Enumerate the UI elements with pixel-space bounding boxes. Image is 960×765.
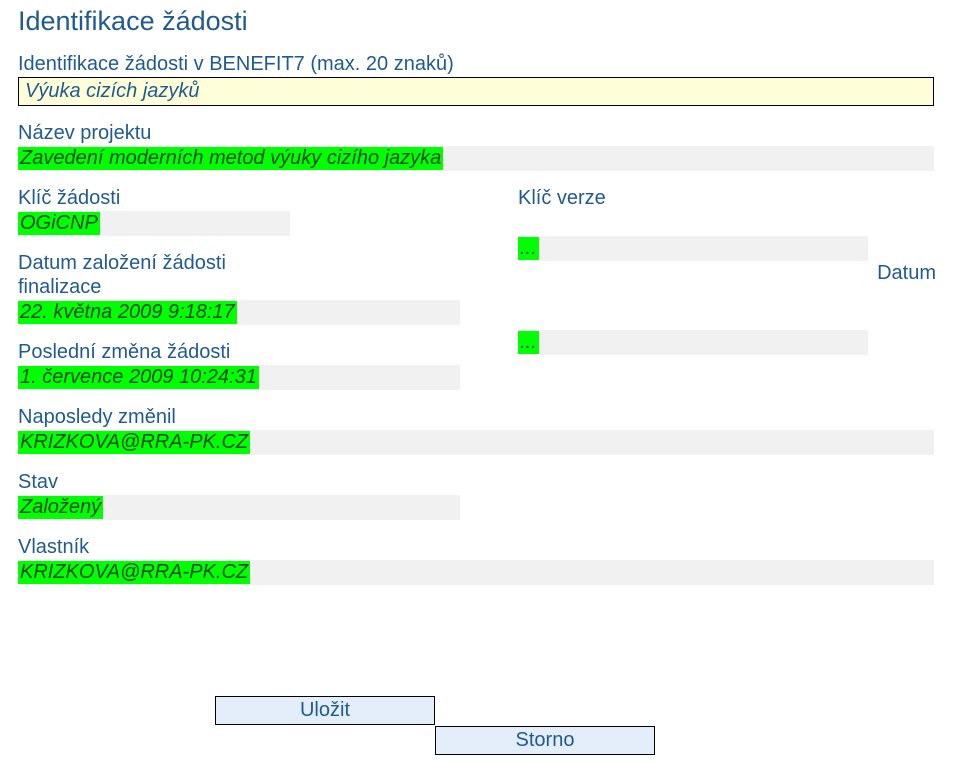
created-value: 22. května 2009 9:18:17 bbox=[18, 301, 237, 324]
status-bar: Založený bbox=[18, 495, 460, 520]
key-request-bar: OGiCNP bbox=[18, 211, 290, 236]
owner-bar: KRIZKOVA@RRA-PK.CZ bbox=[18, 560, 934, 585]
page-title: Identifikace žádosti bbox=[18, 6, 942, 37]
ident-label: Identifikace žádosti v BENEFIT7 (max. 20… bbox=[18, 53, 942, 76]
project-value: Zavedení moderních metod výuky cizího ja… bbox=[18, 147, 443, 170]
key-version-bar: ... bbox=[518, 236, 868, 261]
save-button[interactable]: Uložit bbox=[215, 696, 435, 725]
last-change-value: 1. července 2009 10:24:31 bbox=[18, 366, 259, 389]
created-bar: 22. května 2009 9:18:17 bbox=[18, 300, 460, 325]
last-changed-by-value: KRIZKOVA@RRA-PK.CZ bbox=[18, 431, 250, 454]
key-version-value: ... bbox=[518, 237, 539, 260]
project-value-bar: Zavedení moderních metod výuky cizího ja… bbox=[18, 146, 934, 171]
last-changed-by-label: Naposledy změnil bbox=[18, 406, 934, 429]
cancel-button[interactable]: Storno bbox=[435, 726, 655, 755]
status-value: Založený bbox=[18, 496, 103, 519]
last-changed-by-bar: KRIZKOVA@RRA-PK.CZ bbox=[18, 430, 934, 455]
project-label: Název projektu bbox=[18, 122, 942, 145]
ident-value: Výuka cizích jazyků bbox=[25, 80, 200, 102]
finalization-value: ... bbox=[518, 331, 539, 354]
owner-value: KRIZKOVA@RRA-PK.CZ bbox=[18, 561, 250, 584]
finalization-bar: ... bbox=[518, 330, 868, 355]
right-column: Klíč verze ... Datum ... bbox=[518, 187, 936, 355]
finalization-right-label: Datum bbox=[877, 262, 936, 284]
last-change-bar: 1. července 2009 10:24:31 bbox=[18, 365, 460, 390]
status-label: Stav bbox=[18, 471, 934, 494]
owner-label: Vlastník bbox=[18, 536, 934, 559]
ident-input[interactable]: Výuka cizích jazyků bbox=[18, 77, 934, 106]
key-request-value: OGiCNP bbox=[18, 212, 100, 235]
key-version-label: Klíč verze bbox=[518, 187, 936, 210]
